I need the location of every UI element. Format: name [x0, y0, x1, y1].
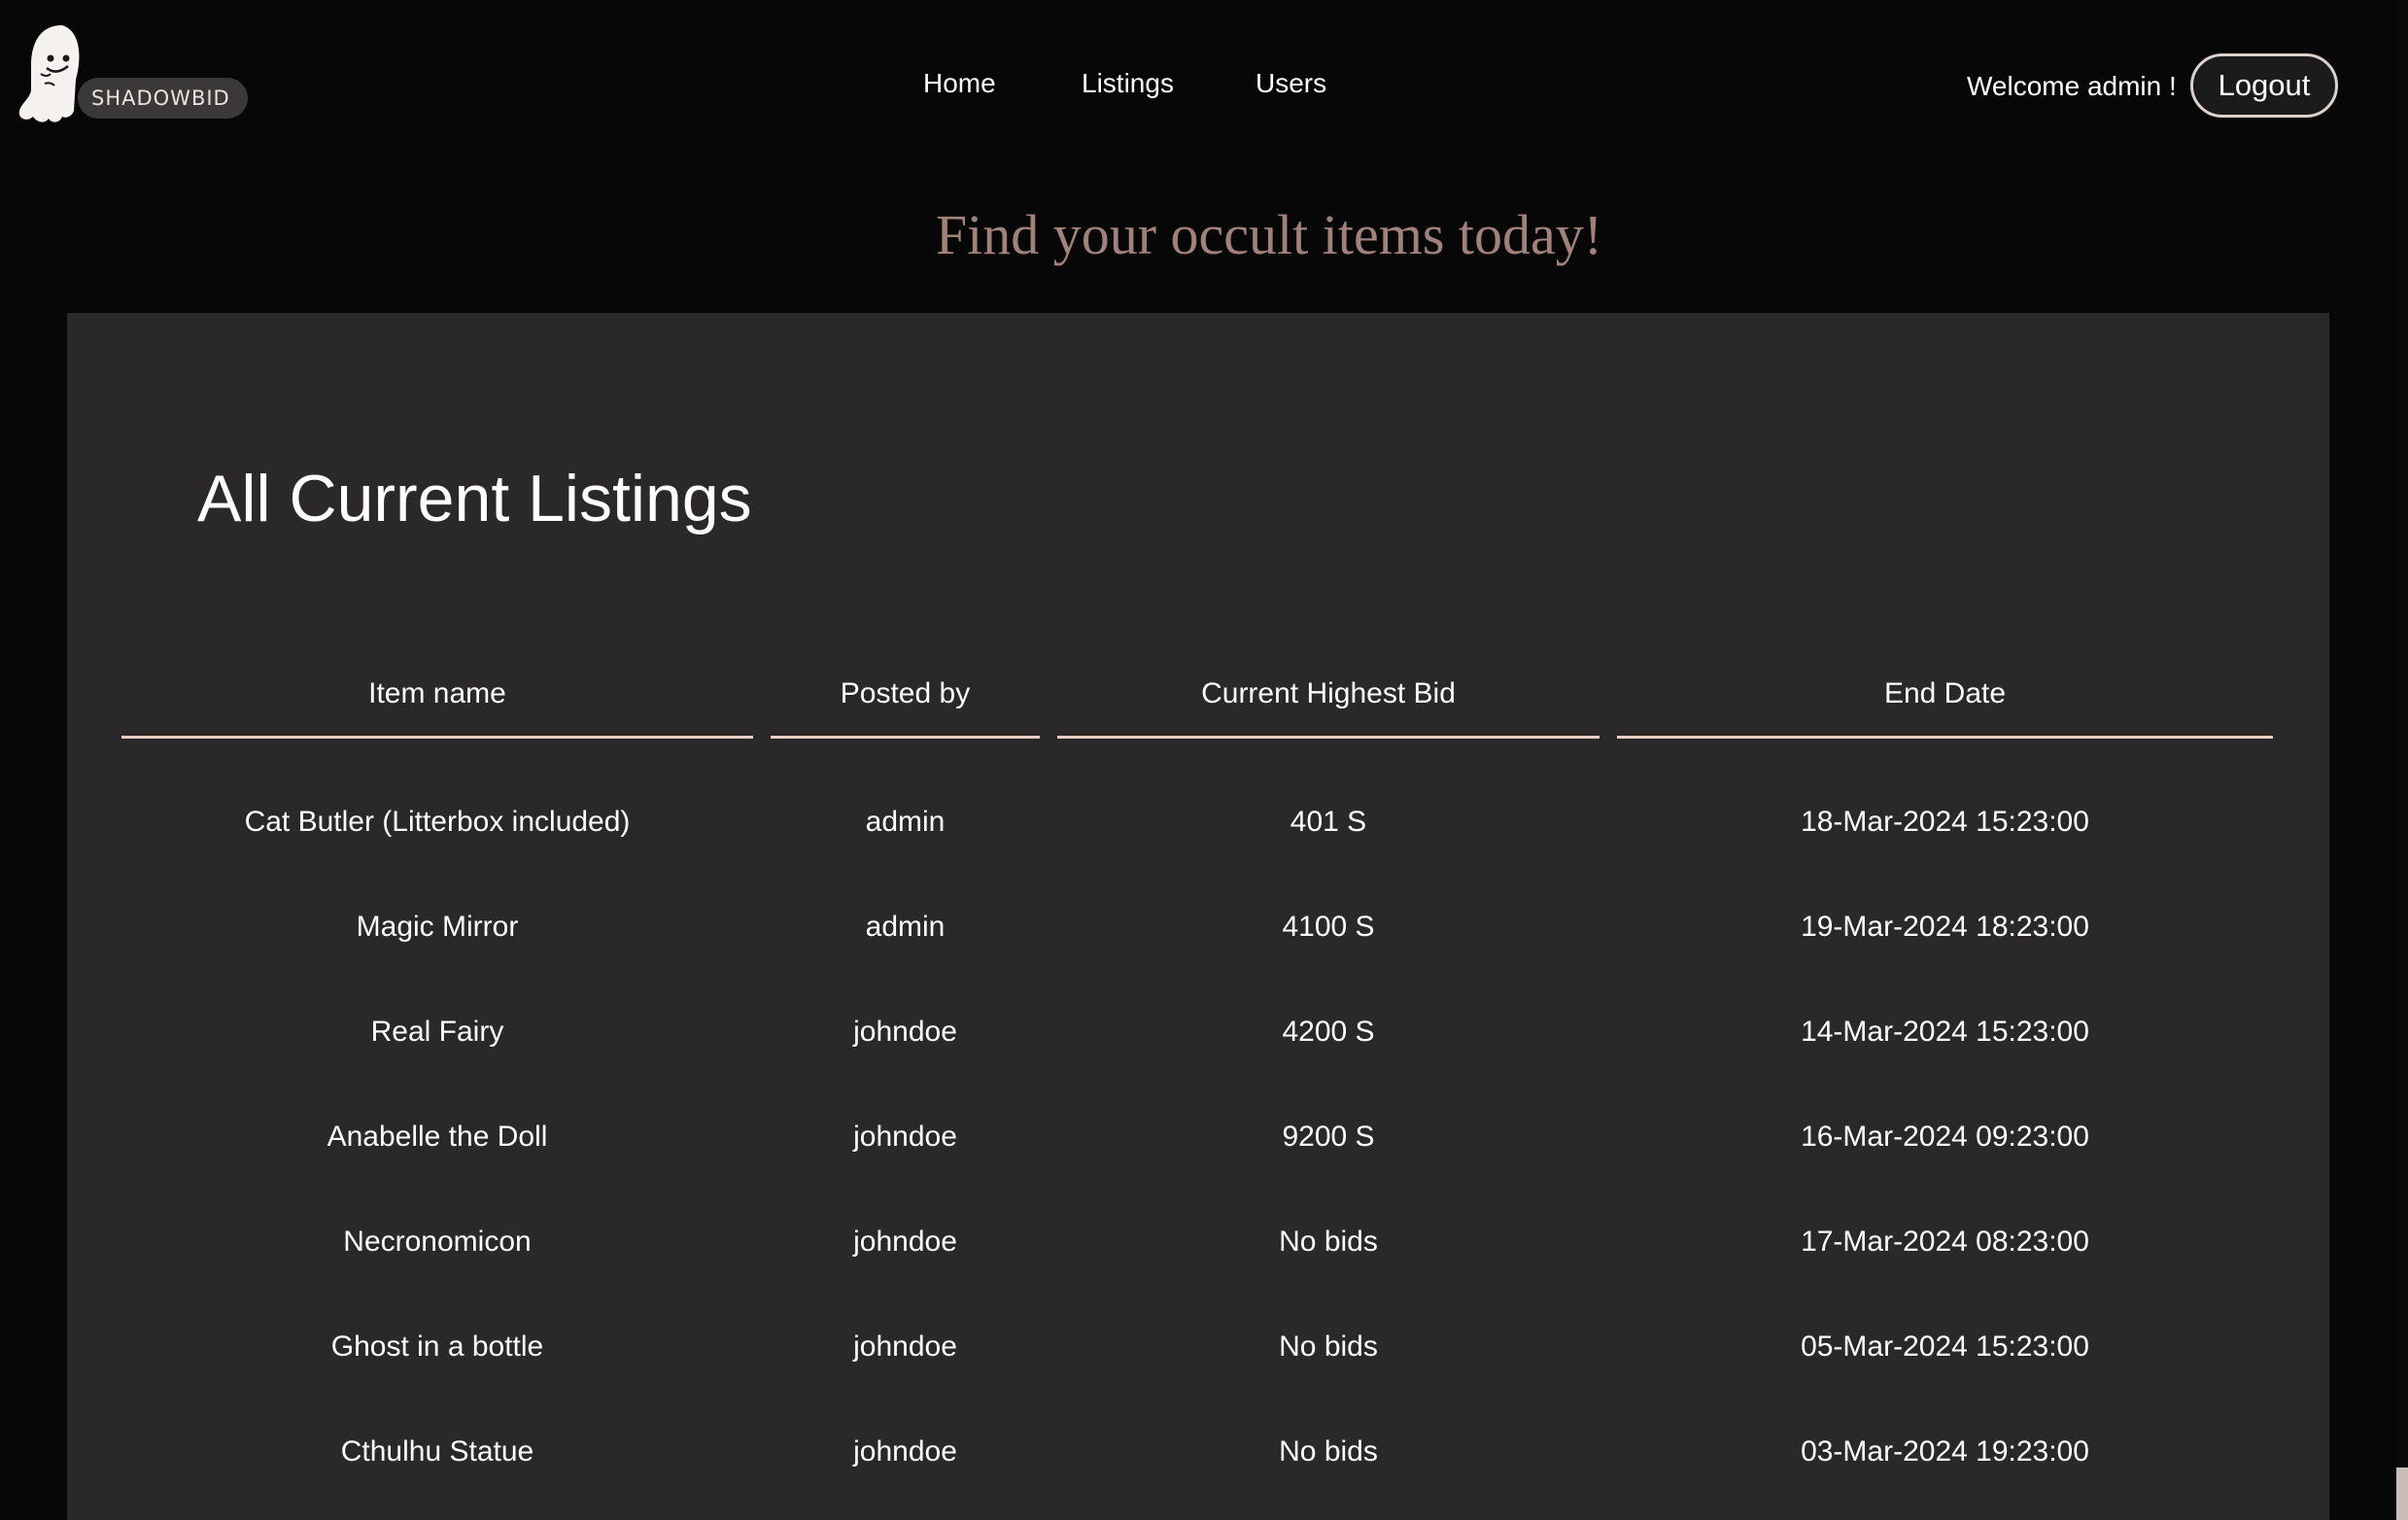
- listings-title: All Current Listings: [197, 462, 752, 535]
- table-row[interactable]: Cthulhu Statue johndoe No bids 03-Mar-20…: [67, 1399, 2329, 1504]
- end-date-cell: 19-Mar-2024 18:23:00: [1801, 911, 2089, 943]
- highest-bid-cell: 4200 S: [1282, 1016, 1375, 1048]
- item-name-link[interactable]: Real Fairy: [121, 980, 753, 1085]
- end-date-cell: 03-Mar-2024 19:23:00: [1801, 1435, 2089, 1468]
- item-name-link[interactable]: Cat Butler (Litterbox included): [121, 770, 753, 875]
- posted-by-cell: johndoe: [853, 1435, 957, 1468]
- scrollbar-thumb[interactable]: [2396, 0, 2408, 1468]
- table-row[interactable]: Necronomicon johndoe No bids 17-Mar-2024…: [67, 1190, 2329, 1295]
- end-date-cell: 18-Mar-2024 15:23:00: [1801, 806, 2089, 838]
- highest-bid-cell: 401 S: [1290, 806, 1367, 838]
- column-header-end-date[interactable]: End Date: [1617, 665, 2273, 739]
- nav-listings-link[interactable]: Listings: [1082, 64, 1174, 103]
- page-scrollbar[interactable]: [2396, 0, 2408, 1520]
- posted-by-cell: johndoe: [853, 1016, 957, 1048]
- item-name-link[interactable]: Necronomicon: [121, 1190, 753, 1295]
- highest-bid-cell: 9200 S: [1282, 1121, 1375, 1153]
- highest-bid-cell: 4100 S: [1282, 911, 1375, 943]
- posted-by-cell: admin: [865, 806, 946, 838]
- column-header-posted-by[interactable]: Posted by: [771, 665, 1040, 739]
- highest-bid-cell: No bids: [1279, 1330, 1378, 1363]
- column-header-item-name[interactable]: Item name: [121, 665, 753, 739]
- item-name-link[interactable]: Magic Mirror: [121, 875, 753, 980]
- hero-title: Find your occult items today!: [935, 203, 1603, 266]
- posted-by-cell: johndoe: [853, 1226, 957, 1258]
- item-name-link[interactable]: Anabelle the Doll: [121, 1085, 753, 1190]
- highest-bid-cell: No bids: [1279, 1435, 1378, 1468]
- end-date-cell: 05-Mar-2024 15:23:00: [1801, 1330, 2089, 1363]
- top-header: SHADOWBID Home Listings Users Welcome ad…: [0, 0, 2396, 175]
- table-body: Cat Butler (Litterbox included) admin 40…: [67, 770, 2329, 1504]
- table-row[interactable]: Ghost in a bottle johndoe No bids 05-Mar…: [67, 1295, 2329, 1399]
- nav-home-link[interactable]: Home: [923, 64, 996, 103]
- column-header-current-highest-bid[interactable]: Current Highest Bid: [1057, 665, 1600, 739]
- table-row[interactable]: Real Fairy johndoe 4200 S 14-Mar-2024 15…: [67, 980, 2329, 1085]
- nav-users-link[interactable]: Users: [1256, 64, 1326, 103]
- page: SHADOWBID Home Listings Users Welcome ad…: [0, 0, 2408, 1520]
- table-row[interactable]: Anabelle the Doll johndoe 9200 S 16-Mar-…: [67, 1085, 2329, 1190]
- posted-by-cell: admin: [865, 911, 946, 943]
- table-row[interactable]: Magic Mirror admin 4100 S 19-Mar-2024 18…: [67, 875, 2329, 980]
- end-date-cell: 17-Mar-2024 08:23:00: [1801, 1226, 2089, 1258]
- item-name-link[interactable]: Ghost in a bottle: [121, 1295, 753, 1399]
- highest-bid-cell: No bids: [1279, 1226, 1378, 1258]
- listings-panel: All Current Listings Item name Posted by…: [67, 313, 2329, 1520]
- item-name-link[interactable]: Cthulhu Statue: [121, 1399, 753, 1504]
- posted-by-cell: johndoe: [853, 1121, 957, 1153]
- logout-button[interactable]: Logout: [2190, 53, 2338, 118]
- welcome-message: Welcome admin !: [1967, 71, 2177, 101]
- end-date-cell: 14-Mar-2024 15:23:00: [1801, 1016, 2089, 1048]
- end-date-cell: 16-Mar-2024 09:23:00: [1801, 1121, 2089, 1153]
- table-row[interactable]: Cat Butler (Litterbox included) admin 40…: [67, 770, 2329, 875]
- posted-by-cell: johndoe: [853, 1330, 957, 1363]
